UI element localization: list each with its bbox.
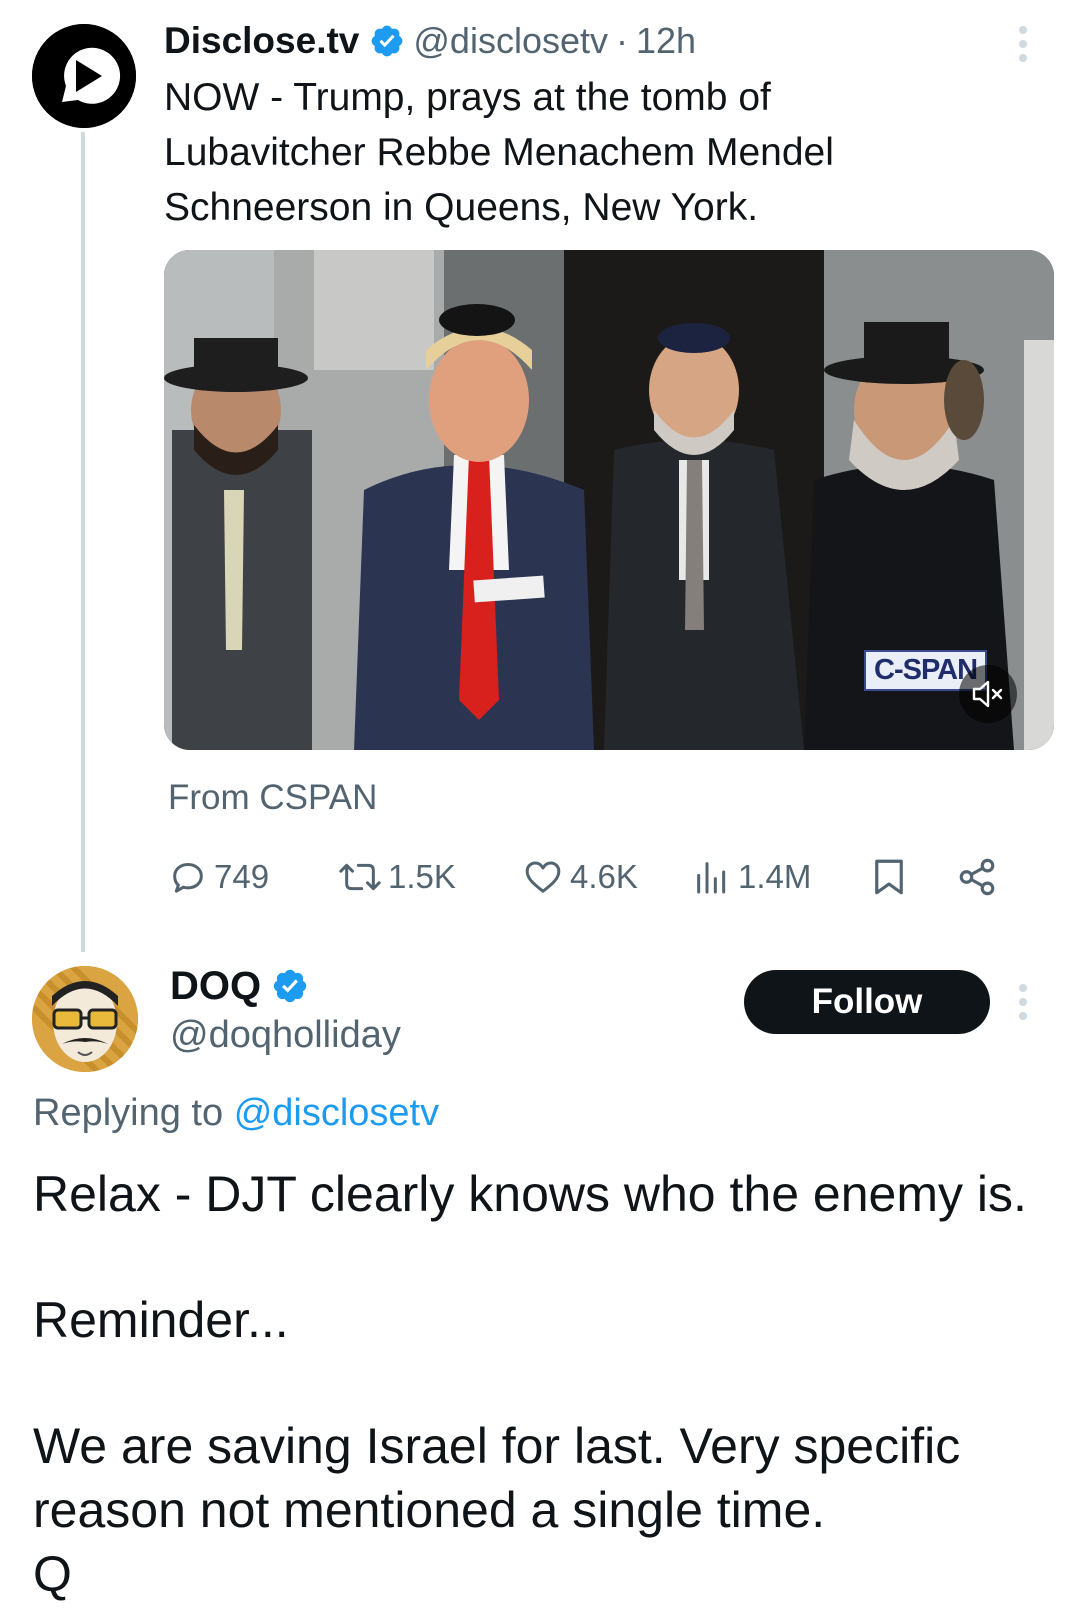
media-source-label[interactable]: From CSPAN (168, 778, 377, 818)
reply-bubble-icon (173, 863, 203, 893)
bookmark-icon (875, 859, 903, 895)
reply-text-line: Relax - DJT clearly knows who the enemy … (33, 1166, 1027, 1222)
reply-handle[interactable]: @doqholliday (170, 1014, 401, 1057)
verified-badge-icon (372, 25, 403, 57)
share-action[interactable] (956, 852, 1004, 902)
reply-text-line: Reminder... (33, 1292, 289, 1348)
thread-connector-line (81, 132, 85, 952)
disclosetv-avatar[interactable] (32, 24, 136, 128)
replying-to-line: Replying to @disclosetv (33, 1092, 439, 1135)
bookmark-action[interactable] (868, 852, 916, 902)
like-action[interactable]: 4.6K (522, 852, 638, 902)
reply-display-name[interactable]: DOQ (170, 964, 261, 1009)
tweet-video[interactable]: C-SPAN (164, 250, 1054, 750)
header-separator: · (615, 20, 628, 61)
views-action[interactable]: 1.4M (692, 852, 811, 902)
repost-count: 1.5K (388, 858, 456, 895)
repost-arrows-icon (339, 863, 381, 891)
tweet-action-bar: 749 1.5K 4.6K 1.4M (168, 852, 1048, 902)
reply-more-options-icon[interactable] (1016, 984, 1030, 1024)
replying-prefix: Replying to (33, 1092, 224, 1134)
reply-name-row: DOQ (170, 960, 317, 1012)
analytics-bars-icon (697, 862, 726, 894)
view-count: 1.4M (738, 858, 812, 895)
parent-display-name[interactable]: Disclose.tv (164, 20, 359, 62)
avatar-illustration (32, 966, 138, 1072)
reply-text-line: reason not mentioned a single time. (33, 1482, 826, 1538)
share-nodes-icon (959, 858, 995, 896)
repost-action[interactable]: 1.5K (338, 852, 456, 902)
video-mute-button[interactable] (959, 665, 1017, 723)
disclosetv-logo-icon (32, 24, 136, 128)
follow-button[interactable]: Follow (744, 970, 990, 1034)
doqholliday-avatar[interactable] (32, 966, 138, 1072)
replying-mention-link[interactable]: @disclosetv (234, 1092, 439, 1134)
reply-action[interactable]: 749 (168, 852, 269, 902)
like-count: 4.6K (570, 858, 638, 895)
verified-badge-icon (273, 969, 307, 1003)
parent-tweet-text: NOW - Trump, prays at the tomb of Lubavi… (164, 76, 834, 229)
heart-icon (525, 861, 561, 893)
parent-more-options-icon[interactable] (1016, 26, 1030, 66)
reply-text-line: We are saving Israel for last. Very spec… (33, 1418, 961, 1474)
reply-text-line: Q (33, 1546, 72, 1602)
parent-handle[interactable]: @disclosetv (413, 20, 608, 62)
parent-timestamp[interactable]: 12h (636, 20, 696, 62)
parent-tweet-header: Disclose.tv @disclosetv · 12h (164, 16, 696, 66)
reply-count: 749 (214, 858, 270, 895)
speaker-muted-icon (972, 680, 1003, 708)
